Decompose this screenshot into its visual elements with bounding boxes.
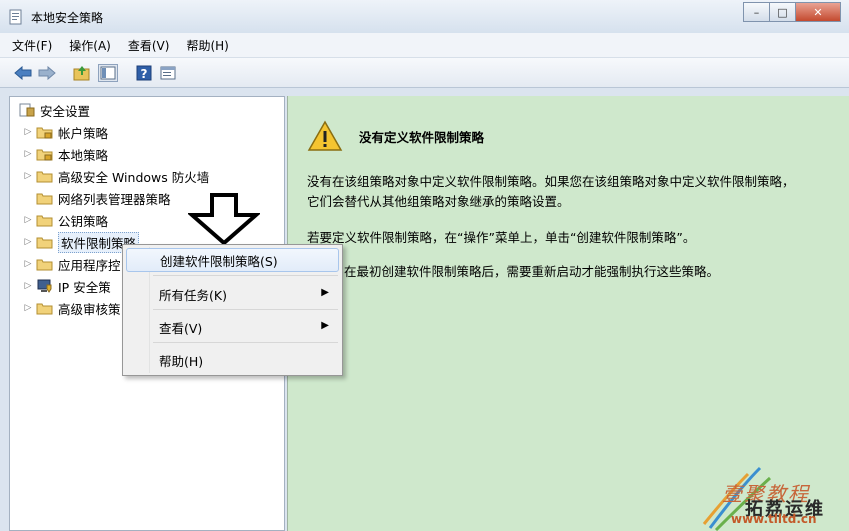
menu-view[interactable]: 查看(V) [128, 37, 170, 54]
tree-item-label: IP 安全策 [58, 279, 111, 295]
window-controls: – □ ✕ [743, 2, 841, 22]
menu-item-label: 帮助(H) [159, 353, 204, 369]
folder-icon [36, 237, 53, 249]
menu-separator [153, 342, 338, 343]
tree-item-advanced-audit[interactable]: ▷ 高级审核策 [22, 298, 121, 318]
tree-item-account-policy[interactable]: ▷ 帐户策略 [22, 122, 108, 142]
details-paragraph-2: 若要定义软件限制策略，在“操作”菜单上，单击“创建软件限制策略”。 [307, 230, 696, 245]
window-title: 本地安全策略 [31, 11, 104, 25]
show-hide-tree-icon[interactable] [98, 64, 118, 82]
watermark-url: www.tlltd.cn [731, 512, 817, 526]
submenu-arrow-icon: ▶ [321, 320, 329, 331]
context-menu: 创建软件限制策略(S) 所有任务(K) ▶ 查看(V) ▶ 帮助(H) [122, 244, 343, 376]
tree-item-firewall[interactable]: ▷ 高级安全 Windows 防火墙 [22, 166, 210, 186]
forward-arrow-icon[interactable] [37, 64, 57, 82]
menu-action[interactable]: 操作(A) [69, 37, 111, 54]
tree-item-label: 公钥策略 [58, 213, 109, 229]
expand-arrow-icon[interactable]: ▷ [22, 149, 34, 159]
tree-item-public-key[interactable]: ▷ 公钥策略 [22, 210, 108, 230]
maximize-button[interactable]: □ [769, 2, 796, 22]
minimize-button[interactable]: – [743, 2, 770, 22]
folder-icon [36, 303, 53, 315]
details-paragraph-3: 在最初创建软件限制策略后，需要重新启动才能强制执行这些策略。 [344, 264, 720, 279]
tree-root-label: 安全设置 [40, 103, 91, 119]
menu-item-create-policy[interactable]: 创建软件限制策略(S) [126, 248, 339, 272]
menu-item-all-tasks[interactable]: 所有任务(K) ▶ [126, 282, 339, 306]
folder-lock-icon [36, 149, 53, 161]
folder-icon [36, 171, 53, 183]
computer-shield-icon [37, 279, 52, 293]
menu-bar: 文件(F) 操作(A) 查看(V) 帮助(H) [0, 33, 849, 58]
folder-icon [36, 193, 53, 205]
details-p1-line2: 它们会替代从其他组策略对象继承的策略设置。 [307, 194, 570, 209]
tree-item-label: 高级审核策 [58, 301, 121, 317]
tree-item-label: 帐户策略 [58, 125, 109, 141]
details-paragraph-1: 没有在该组策略对象中定义软件限制策略。如果您在该组策略对象中定义软件限制策略， … [307, 172, 837, 212]
tree-item-label: 高级安全 Windows 防火墙 [58, 169, 210, 185]
menu-item-label: 查看(V) [159, 320, 203, 336]
title-bar: 本地安全策略 – □ ✕ [0, 0, 849, 33]
help-icon[interactable]: ? [134, 64, 154, 82]
back-arrow-icon[interactable] [13, 64, 33, 82]
warning-icon [307, 120, 343, 151]
local-security-policy-icon [9, 9, 22, 25]
menu-item-label: 创建软件限制策略(S) [160, 253, 278, 269]
expand-arrow-icon[interactable]: ▷ [22, 259, 34, 269]
details-heading: 没有定义软件限制策略 [359, 130, 485, 145]
down-arrow-annotation-icon [188, 193, 260, 245]
properties-icon[interactable] [158, 64, 178, 82]
up-folder-icon[interactable] [72, 64, 92, 82]
folder-icon [36, 215, 53, 227]
menu-item-help[interactable]: 帮助(H) [126, 348, 339, 372]
tree-item-label: 本地策略 [58, 147, 109, 163]
tree-item-ip-security[interactable]: ▷ IP 安全策 [22, 276, 111, 296]
tree-item-network-list[interactable]: 网络列表管理器策略 [22, 188, 171, 208]
expand-arrow-icon[interactable]: ▷ [22, 281, 34, 291]
submenu-arrow-icon: ▶ [321, 287, 329, 298]
tree-item-label: 网络列表管理器策略 [58, 191, 171, 207]
security-settings-icon [19, 103, 35, 117]
menu-help[interactable]: 帮助(H) [186, 37, 228, 54]
expand-arrow-icon[interactable]: ▷ [22, 303, 34, 313]
folder-lock-icon [36, 127, 53, 139]
menu-item-view[interactable]: 查看(V) ▶ [126, 315, 339, 339]
menu-file[interactable]: 文件(F) [12, 37, 52, 54]
expand-arrow-icon[interactable]: ▷ [22, 237, 34, 247]
svg-text:?: ? [141, 67, 148, 81]
tree-root[interactable]: 安全设置 [16, 100, 90, 120]
tree-item-local-policy[interactable]: ▷ 本地策略 [22, 144, 108, 164]
expand-arrow-icon[interactable]: ▷ [22, 171, 34, 181]
menu-separator [153, 275, 338, 276]
folder-icon [36, 259, 53, 271]
expand-arrow-icon[interactable]: ▷ [22, 215, 34, 225]
details-p1-line1: 没有在该组策略对象中定义软件限制策略。如果您在该组策略对象中定义软件限制策略， [307, 174, 795, 189]
tree-item-label: 应用程序控 [58, 257, 121, 273]
close-button[interactable]: ✕ [795, 2, 841, 22]
tree-item-app-control[interactable]: ▷ 应用程序控 [22, 254, 121, 274]
menu-item-label: 所有任务(K) [159, 287, 227, 303]
toolbar: ? [0, 58, 849, 88]
menu-separator [153, 309, 338, 310]
expand-arrow-icon[interactable]: ▷ [22, 127, 34, 137]
